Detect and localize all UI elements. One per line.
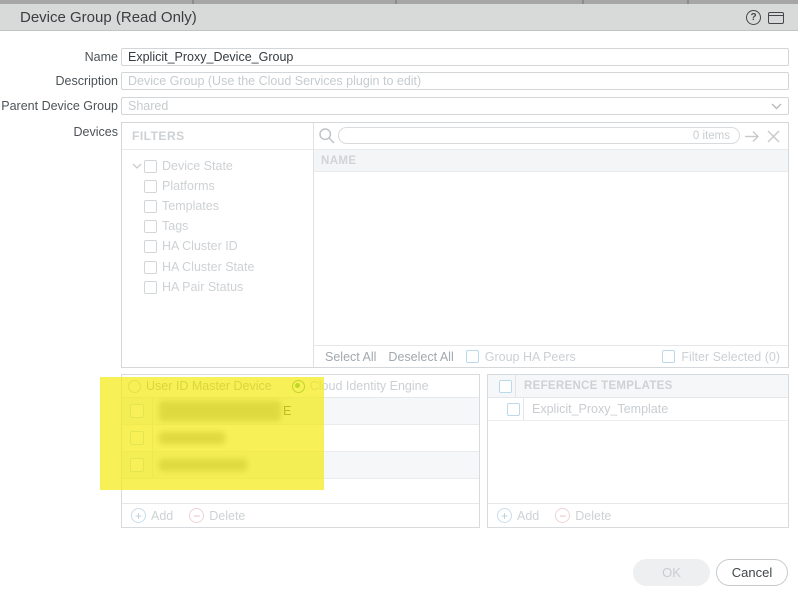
cloud-identity-engine-radio[interactable] (291, 379, 305, 393)
device-list-name-header: NAME (314, 150, 788, 172)
name-input[interactable] (121, 48, 789, 66)
minus-circle-icon: − (189, 508, 205, 523)
minus-circle-icon: − (555, 508, 571, 523)
item-count-badge: 0 items (692, 129, 730, 142)
parent-device-group-value: Shared (128, 99, 169, 113)
group-ha-peers-label: Group HA Peers (484, 349, 576, 364)
master-device-panel: User ID Master Device Cloud Identity Eng… (121, 374, 480, 528)
filter-item-templates[interactable]: Templates (122, 196, 312, 216)
filter-checkbox[interactable] (144, 239, 157, 253)
device-row-checkbox[interactable] (130, 458, 144, 472)
parent-device-group-label: Parent Device Group (1, 99, 118, 113)
devices-label: Devices (73, 125, 118, 139)
apply-filter-arrow-icon[interactable] (744, 130, 760, 143)
filter-checkbox[interactable] (144, 199, 157, 213)
select-all-templates-checkbox[interactable] (499, 379, 512, 393)
device-row[interactable] (122, 452, 479, 479)
dialog-titlebar: Device Group (Read Only) ? (0, 4, 798, 31)
delete-button[interactable]: − Delete (555, 508, 611, 523)
description-input[interactable] (121, 72, 789, 90)
dialog-title: Device Group (Read Only) (20, 8, 197, 26)
device-row[interactable] (122, 425, 479, 452)
reference-templates-header: REFERENCE TEMPLATES (488, 375, 788, 398)
device-list-footer: Select All Deselect All Group HA Peers F… (313, 345, 788, 367)
chevron-down-icon[interactable] (130, 163, 144, 169)
filter-selected-checkbox[interactable] (662, 350, 676, 363)
reference-templates-title: REFERENCE TEMPLATES (524, 380, 673, 392)
search-icon (318, 127, 336, 145)
template-row[interactable]: Explicit_Proxy_Template (488, 398, 788, 421)
filter-checkbox[interactable] (144, 179, 157, 193)
description-label: Description (55, 74, 118, 88)
reference-templates-panel: REFERENCE TEMPLATES Explicit_Proxy_Templ… (487, 374, 789, 528)
name-label: Name (84, 50, 118, 64)
filter-checkbox[interactable] (144, 280, 157, 294)
device-row-checkbox[interactable] (130, 431, 144, 445)
add-button[interactable]: + Add (131, 508, 173, 523)
filters-header: FILTERS (132, 129, 185, 143)
chevron-down-icon (771, 103, 782, 110)
ok-button[interactable]: OK (633, 559, 710, 586)
filter-item-device-state[interactable]: Device State (122, 156, 312, 176)
redacted-device-name (159, 401, 281, 421)
device-row-checkbox[interactable] (130, 404, 144, 418)
add-button[interactable]: + Add (497, 508, 539, 523)
filter-item-ha-cluster-id[interactable]: HA Cluster ID (122, 236, 312, 256)
redacted-device-name (159, 459, 247, 471)
cloud-identity-engine-label: Cloud Identity Engine (309, 379, 429, 393)
master-device-radio-row: User ID Master Device Cloud Identity Eng… (122, 375, 479, 398)
filter-item-platforms[interactable]: Platforms (122, 176, 312, 196)
deselect-all-link[interactable]: Deselect All (388, 350, 453, 364)
group-ha-peers-checkbox[interactable] (465, 350, 479, 363)
plus-circle-icon: + (497, 508, 512, 523)
help-icon[interactable]: ? (746, 10, 761, 25)
device-row[interactable]: E (122, 398, 479, 425)
master-device-panel-footer: + Add − Delete (122, 503, 479, 527)
filter-item-ha-cluster-state[interactable]: HA Cluster State (122, 257, 312, 277)
select-all-link[interactable]: Select All (325, 350, 376, 364)
redacted-device-name (159, 432, 225, 444)
filter-item-tags[interactable]: Tags (122, 216, 312, 236)
user-id-master-device-radio[interactable] (128, 379, 141, 393)
cancel-button[interactable]: Cancel (716, 559, 788, 586)
parent-device-group-select[interactable]: Shared (121, 97, 789, 115)
reference-templates-footer: + Add − Delete (488, 503, 788, 527)
delete-button[interactable]: − Delete (189, 508, 245, 523)
filter-checkbox[interactable] (144, 159, 157, 173)
filter-checkbox[interactable] (144, 260, 157, 274)
filter-selected-label: Filter Selected (0) (681, 349, 780, 364)
window-icon[interactable] (768, 11, 784, 24)
device-group-dialog: Device Group (Read Only) ? Name Descript… (0, 0, 798, 600)
devices-selector: FILTERS Device State Platforms Templates… (121, 122, 789, 368)
template-name: Explicit_Proxy_Template (532, 402, 669, 416)
plus-circle-icon: + (131, 508, 146, 523)
clear-filter-x-icon[interactable] (767, 130, 780, 143)
filter-checkbox[interactable] (144, 219, 157, 233)
search-input[interactable]: 0 items (338, 127, 740, 144)
device-search-row: 0 items (314, 123, 788, 149)
filter-item-ha-pair-status[interactable]: HA Pair Status (122, 277, 312, 297)
template-row-checkbox[interactable] (507, 402, 520, 416)
user-id-master-device-label: User ID Master Device (146, 379, 272, 393)
